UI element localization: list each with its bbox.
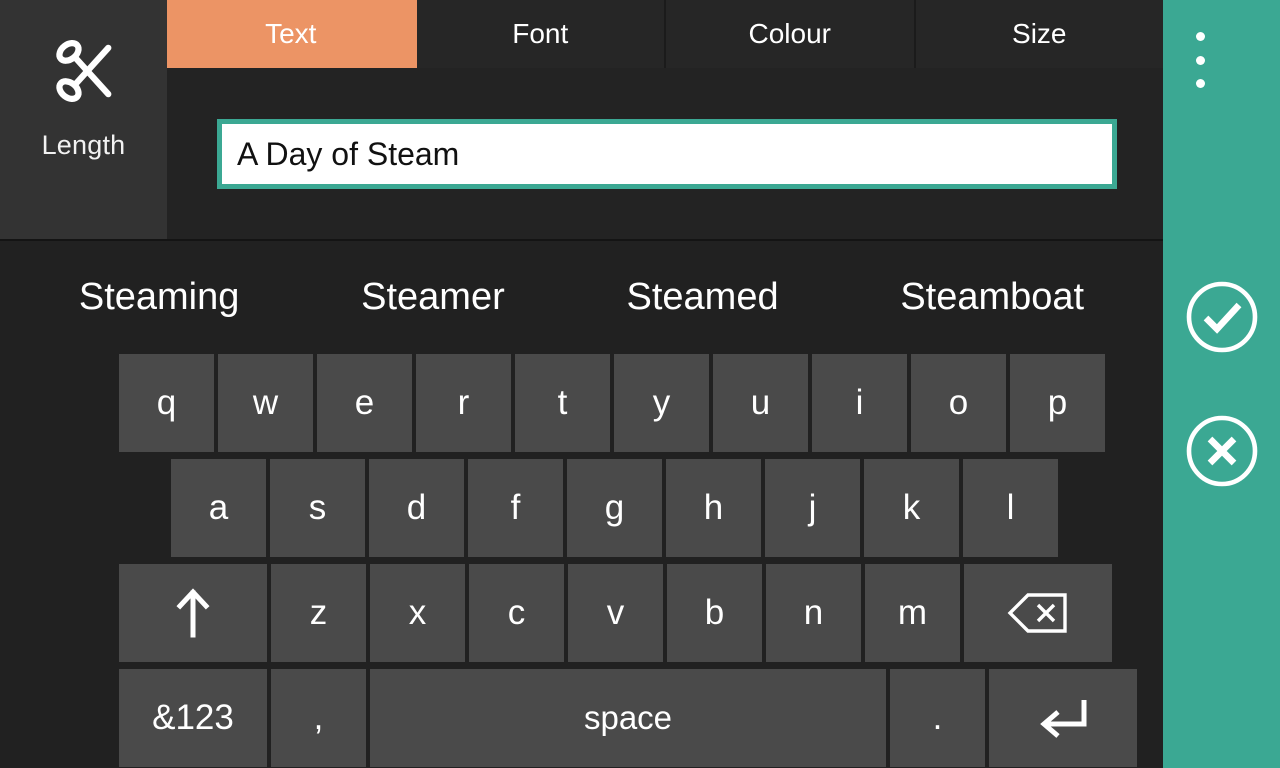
- key-w[interactable]: w: [218, 354, 313, 452]
- key-shift[interactable]: [119, 564, 267, 662]
- key-g[interactable]: g: [567, 459, 662, 557]
- key-numbers-symbols[interactable]: &123: [119, 669, 267, 767]
- length-tool-button[interactable]: Length: [0, 0, 167, 240]
- key-t[interactable]: t: [515, 354, 610, 452]
- key-b[interactable]: b: [667, 564, 762, 662]
- length-label: Length: [41, 130, 126, 160]
- key-o[interactable]: o: [911, 354, 1006, 452]
- overflow-menu-dots-icon: [1195, 32, 1205, 41]
- key-r[interactable]: r: [416, 354, 511, 452]
- key-f[interactable]: f: [468, 459, 563, 557]
- key-u[interactable]: u: [713, 354, 808, 452]
- key-c[interactable]: c: [469, 564, 564, 662]
- scissors-icon: [55, 40, 111, 102]
- suggestion-bar: Steaming Steamer Steamed Steamboat: [0, 241, 1163, 354]
- overflow-menu-dots-icon: [1195, 55, 1205, 65]
- key-l[interactable]: l: [963, 459, 1058, 557]
- key-d[interactable]: d: [369, 459, 464, 557]
- suggestion-item[interactable]: Steamed: [627, 276, 779, 319]
- key-j[interactable]: j: [765, 459, 860, 557]
- suggestion-item[interactable]: Steaming: [79, 276, 240, 319]
- key-q[interactable]: q: [119, 354, 214, 452]
- key-n[interactable]: n: [766, 564, 861, 662]
- backspace-icon: [1007, 593, 1067, 633]
- key-rows: q w e r t y u i o p a s d f g h j k l z …: [0, 354, 1163, 768]
- check-circle-icon: [1186, 281, 1258, 353]
- key-y[interactable]: y: [614, 354, 709, 452]
- tab-text[interactable]: Text: [167, 0, 417, 68]
- top-panel: Length Text Font Colour Size A Day of St…: [0, 0, 1163, 240]
- caption-text-value: A Day of Steam: [237, 135, 460, 172]
- overflow-menu-dots-icon: [1195, 79, 1205, 88]
- key-row-1: q w e r t y u i o p: [0, 354, 1163, 456]
- tab-colour[interactable]: Colour: [666, 0, 916, 68]
- text-input-area: A Day of Steam: [167, 68, 1163, 240]
- action-rail: [1163, 0, 1280, 768]
- close-circle-icon: [1186, 415, 1258, 487]
- key-comma[interactable]: ,: [271, 669, 366, 767]
- key-enter[interactable]: [989, 669, 1137, 767]
- key-space[interactable]: space: [370, 669, 886, 767]
- key-period[interactable]: .: [890, 669, 985, 767]
- shift-arrow-up-icon: [176, 588, 210, 638]
- key-i[interactable]: i: [812, 354, 907, 452]
- key-s[interactable]: s: [270, 459, 365, 557]
- enter-return-icon: [1040, 700, 1087, 738]
- suggestion-item[interactable]: Steamboat: [900, 276, 1084, 319]
- key-v[interactable]: v: [568, 564, 663, 662]
- suggestion-item[interactable]: Steamer: [361, 276, 505, 319]
- key-row-3: z x c v b n m: [0, 564, 1163, 666]
- virtual-keyboard: Steaming Steamer Steamed Steamboat q w e…: [0, 241, 1163, 768]
- overflow-menu-button[interactable]: [1185, 32, 1215, 88]
- caption-text-input[interactable]: A Day of Steam: [217, 119, 1117, 189]
- tab-font[interactable]: Font: [416, 0, 666, 68]
- cancel-button[interactable]: [1185, 414, 1259, 488]
- key-h[interactable]: h: [666, 459, 761, 557]
- tab-size[interactable]: Size: [915, 0, 1163, 68]
- tab-bar: Text Font Colour Size: [167, 0, 1163, 68]
- app-root: Length Text Font Colour Size A Day of St…: [0, 0, 1280, 768]
- key-z[interactable]: z: [271, 564, 366, 662]
- key-p[interactable]: p: [1010, 354, 1105, 452]
- key-a[interactable]: a: [171, 459, 266, 557]
- key-k[interactable]: k: [864, 459, 959, 557]
- key-row-2: a s d f g h j k l: [0, 459, 1163, 561]
- key-backspace[interactable]: [964, 564, 1112, 662]
- key-m[interactable]: m: [865, 564, 960, 662]
- confirm-button[interactable]: [1185, 280, 1259, 354]
- key-x[interactable]: x: [370, 564, 465, 662]
- key-e[interactable]: e: [317, 354, 412, 452]
- key-row-4: &123 , space .: [0, 669, 1163, 768]
